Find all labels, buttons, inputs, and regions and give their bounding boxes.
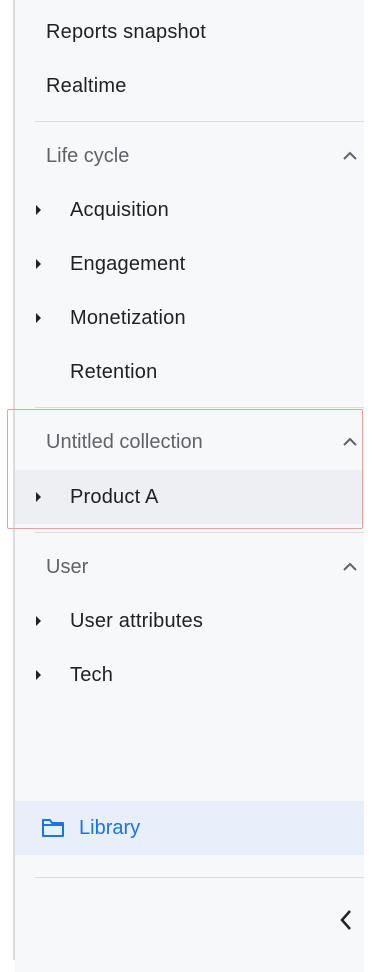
nav-item-label: User attributes — [70, 609, 204, 632]
section-header-user[interactable]: User — [15, 540, 364, 594]
nav-item-engagement[interactable]: Engagement — [15, 237, 364, 291]
nav-item-library[interactable]: Library — [15, 801, 364, 855]
nav-item-user-attributes[interactable]: User attributes — [15, 594, 364, 648]
nav-item-reports-snapshot[interactable]: Reports snapshot — [15, 5, 364, 59]
highlight-box — [7, 409, 363, 529]
expand-arrow-icon[interactable] — [36, 616, 41, 626]
divider — [35, 121, 364, 122]
nav-item-tech[interactable]: Tech — [15, 648, 364, 702]
chevron-up-icon[interactable] — [342, 562, 358, 572]
nav-item-retention[interactable]: Retention — [15, 345, 364, 399]
folder-icon — [42, 819, 64, 837]
divider — [35, 407, 364, 408]
chevron-left-icon — [340, 910, 351, 930]
section-header-life-cycle[interactable]: Life cycle — [15, 129, 364, 183]
section-title: Life cycle — [46, 144, 130, 167]
divider — [35, 532, 364, 533]
nav-item-label: Reports snapshot — [46, 20, 206, 43]
library-label: Library — [79, 816, 141, 839]
panel-right-gutter — [364, 0, 384, 972]
expand-arrow-icon[interactable] — [36, 259, 41, 269]
chevron-up-icon[interactable] — [342, 151, 358, 161]
expand-arrow-icon[interactable] — [36, 313, 41, 323]
expand-arrow-icon[interactable] — [36, 205, 41, 215]
nav-item-realtime[interactable]: Realtime — [15, 59, 364, 113]
collapse-nav-button[interactable] — [333, 905, 359, 935]
nav-item-label: Realtime — [46, 74, 127, 97]
expand-arrow-icon[interactable] — [36, 670, 41, 680]
nav-item-label: Retention — [70, 360, 158, 383]
nav-item-acquisition[interactable]: Acquisition — [15, 183, 364, 237]
nav-item-monetization[interactable]: Monetization — [15, 291, 364, 345]
nav-item-label: Tech — [70, 663, 114, 686]
divider — [35, 877, 364, 878]
section-title: User — [46, 555, 89, 578]
